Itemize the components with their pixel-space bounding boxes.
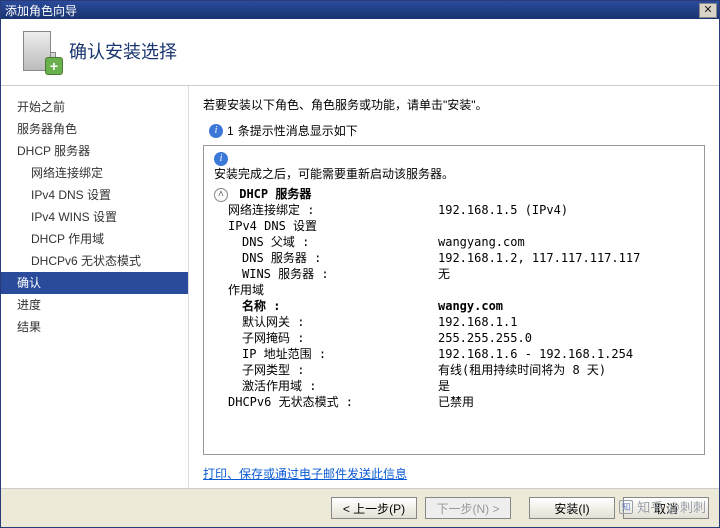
sidebar-item-2[interactable]: DHCP 服务器 xyxy=(1,140,188,162)
prev-button[interactable]: < 上一步(P) xyxy=(331,497,417,519)
row-mask: 子网掩码 : 255.255.255.0 xyxy=(228,330,694,346)
row-name: 名称 : wangy.com xyxy=(228,298,694,314)
sidebar-item-9[interactable]: 进度 xyxy=(1,294,188,316)
row-subtype: 子网类型 : 有线(租用持续时间将为 8 天) xyxy=(228,362,694,378)
next-button: 下一步(N) > xyxy=(425,497,511,519)
sidebar-item-3[interactable]: 网络连接绑定 xyxy=(1,162,188,184)
restart-note: 安装完成之后，可能需要重新启动该服务器。 xyxy=(214,167,454,181)
row-activate: 激活作用域 : 是 xyxy=(228,378,694,394)
sidebar-item-8[interactable]: 确认 xyxy=(1,272,188,294)
print-save-email-link[interactable]: 打印、保存或通过电子邮件发送此信息 xyxy=(203,467,407,481)
sidebar-item-6[interactable]: DHCP 作用域 xyxy=(1,228,188,250)
wizard-steps-sidebar: 开始之前服务器角色DHCP 服务器网络连接绑定IPv4 DNS 设置IPv4 W… xyxy=(1,86,189,488)
sidebar-item-4[interactable]: IPv4 DNS 设置 xyxy=(1,184,188,206)
group-header[interactable]: ˄ DHCP 服务器 xyxy=(214,186,694,202)
instruction-text: 若要安装以下角色、角色服务或功能，请单击"安装"。 xyxy=(203,96,705,113)
window-title: 添加角色向导 xyxy=(3,2,699,19)
collapse-icon[interactable]: ˄ xyxy=(214,188,228,202)
plus-icon: + xyxy=(45,57,63,75)
main-panel: 若要安装以下角色、角色服务或功能，请单击"安装"。 i 1 条提示性消息显示如下… xyxy=(189,86,719,488)
close-button[interactable]: ✕ xyxy=(699,3,717,18)
row-scope-header: 作用域 xyxy=(228,282,694,298)
confirmation-content: i 安装完成之后，可能需要重新启动该服务器。 ˄ DHCP 服务器 网络连接绑定… xyxy=(203,145,705,455)
row-dhcpv6: DHCPv6 无状态模式 : 已禁用 xyxy=(228,394,694,410)
cancel-button[interactable]: 取消 xyxy=(623,497,709,519)
group-title: DHCP 服务器 xyxy=(239,187,311,201)
row-dns-parent: DNS 父域 : wangyang.com xyxy=(228,234,694,250)
wizard-icon: + xyxy=(15,29,59,73)
info-icon: i xyxy=(214,152,228,166)
header-banner: + 确认安装选择 xyxy=(1,19,719,86)
row-gateway: 默认网关 : 192.168.1.1 xyxy=(228,314,694,330)
install-button[interactable]: 安装(I) xyxy=(529,497,615,519)
sidebar-item-1[interactable]: 服务器角色 xyxy=(1,118,188,140)
sidebar-item-5[interactable]: IPv4 WINS 设置 xyxy=(1,206,188,228)
info-text: 条提示性消息显示如下 xyxy=(238,122,358,139)
row-ipv4dns-header: IPv4 DNS 设置 xyxy=(228,218,694,234)
restart-note-row: i 安装完成之后，可能需要重新启动该服务器。 xyxy=(214,152,694,182)
wizard-window: 添加角色向导 ✕ + 确认安装选择 开始之前服务器角色DHCP 服务器网络连接绑… xyxy=(0,0,720,528)
info-count: 1 xyxy=(227,124,234,138)
row-net-bind: 网络连接绑定 : 192.168.1.5 (IPv4) xyxy=(228,202,694,218)
row-dns-server: DNS 服务器 : 192.168.1.2, 117.117.117.117 xyxy=(228,250,694,266)
wizard-footer: < 上一步(P) 下一步(N) > 安装(I) 取消 xyxy=(1,488,719,527)
link-row: 打印、保存或通过电子邮件发送此信息 xyxy=(203,455,705,482)
info-icon: i xyxy=(209,124,223,138)
sidebar-item-0[interactable]: 开始之前 xyxy=(1,96,188,118)
row-iprange: IP 地址范围 : 192.168.1.6 - 192.168.1.254 xyxy=(228,346,694,362)
row-wins-server: WINS 服务器 : 无 xyxy=(228,266,694,282)
titlebar[interactable]: 添加角色向导 ✕ xyxy=(1,1,719,19)
sidebar-item-7[interactable]: DHCPv6 无状态模式 xyxy=(1,250,188,272)
page-title: 确认安装选择 xyxy=(69,38,177,64)
sidebar-item-10[interactable]: 结果 xyxy=(1,316,188,338)
info-summary: i 1 条提示性消息显示如下 xyxy=(203,119,705,145)
